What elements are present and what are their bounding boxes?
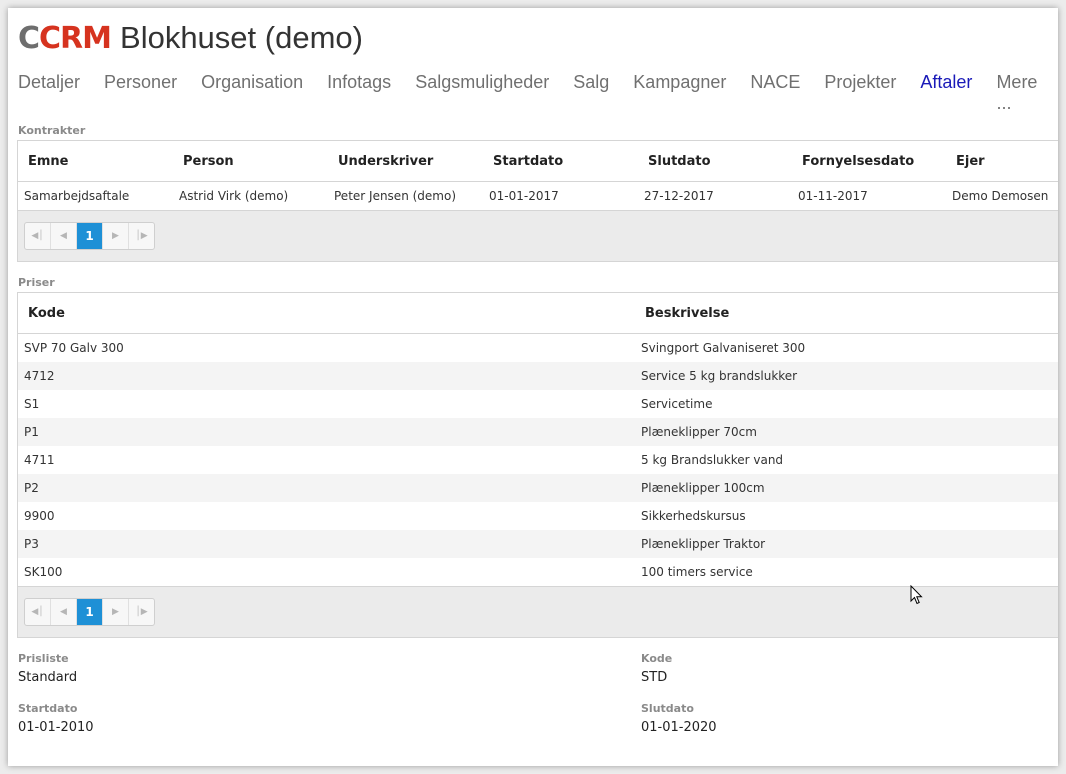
column-header-fornyelsesdato[interactable]: Fornyelsesdato (792, 141, 946, 182)
tab-bar: Detaljer Personer Organisation Infotags … (18, 72, 1058, 114)
tab-mere[interactable]: Mere ... (996, 72, 1037, 114)
slutdato-label: Slutdato (641, 702, 694, 715)
kode-field: Kode STD (641, 652, 672, 685)
tab-personer[interactable]: Personer (104, 72, 177, 114)
column-header-slutdato[interactable]: Slutdato (638, 141, 792, 182)
cell-beskrivelse: Plæneklipper 100cm (635, 474, 1058, 502)
tab-infotags[interactable]: Infotags (327, 72, 391, 114)
priser-label: Priser (18, 276, 55, 289)
cell-slutdato: 27-12-2017 (644, 189, 714, 203)
column-header-ejer[interactable]: Ejer (946, 141, 1058, 182)
kode-value: STD (641, 670, 668, 685)
priser-pager: ◀│ ◀ 1 ▶ │▶ (18, 586, 1058, 637)
column-header-kode[interactable]: Kode (18, 293, 635, 334)
table-row[interactable]: P1 Plæneklipper 70cm (18, 418, 1058, 446)
table-row[interactable]: S1 Servicetime (18, 390, 1058, 418)
tab-salg[interactable]: Salg (573, 72, 609, 114)
cell-kode: SVP 70 Galv 300 (24, 341, 124, 355)
table-row[interactable]: 4712 Service 5 kg brandslukker (18, 362, 1058, 390)
column-header-startdato[interactable]: Startdato (483, 141, 638, 182)
column-header-person[interactable]: Person (173, 141, 328, 182)
cell-kode: S1 (24, 397, 40, 411)
column-header-emne[interactable]: Emne (18, 141, 173, 182)
crm-window: CCRM Blokhuset (demo) Detaljer Personer … (8, 8, 1058, 766)
prev-page-icon[interactable]: ◀ (51, 599, 77, 625)
priser-grid: Kode Beskrivelse SVP 70 Galv 300 Svingpor… (17, 292, 1058, 638)
first-page-icon[interactable]: ◀│ (25, 223, 51, 249)
last-page-icon[interactable]: │▶ (129, 223, 154, 249)
table-row[interactable]: P3 Plæneklipper Traktor (18, 530, 1058, 558)
column-header-underskriver[interactable]: Underskriver (328, 141, 483, 182)
cell-beskrivelse: Service 5 kg brandslukker (635, 362, 1058, 390)
next-page-icon[interactable]: ▶ (103, 223, 129, 249)
cell-person: Astrid Virk (demo) (179, 189, 289, 203)
kontrakter-grid: Emne Person Underskriver Startdato Slutd… (17, 140, 1058, 262)
tab-detaljer[interactable]: Detaljer (18, 72, 80, 114)
kontrakter-label: Kontrakter (18, 124, 86, 137)
page-number-button[interactable]: 1 (77, 223, 103, 249)
priser-header-row: Kode Beskrivelse (18, 293, 1058, 334)
cell-beskrivelse: Svingport Galvaniseret 300 (641, 341, 806, 355)
tab-organisation[interactable]: Organisation (201, 72, 303, 114)
column-header-beskrivelse[interactable]: Beskrivelse (635, 293, 1058, 334)
cell-kode: SK100 (24, 565, 63, 579)
mouse-cursor-icon (910, 585, 923, 605)
cell-beskrivelse: Plæneklipper 70cm (635, 418, 1058, 446)
cell-kode: P2 (18, 474, 635, 502)
prev-page-icon[interactable]: ◀ (51, 223, 77, 249)
kontrakter-header-row: Emne Person Underskriver Startdato Slutd… (18, 141, 1058, 182)
page-title: Blokhuset (demo) (120, 20, 363, 55)
app-header: CCRM Blokhuset (demo) (18, 18, 363, 58)
table-row[interactable]: Samarbejdsaftale Astrid Virk (demo) Pete… (18, 182, 1058, 211)
kode-label: Kode (641, 652, 673, 665)
cell-underskriver: Peter Jensen (demo) (334, 189, 457, 203)
slutdato-field: Slutdato 01-01-2020 (641, 702, 717, 735)
cell-beskrivelse: 5 kg Brandslukker vand (641, 453, 784, 467)
slutdato-value: 01-01-2020 (641, 720, 717, 735)
startdato-field: Startdato 01-01-2010 (18, 702, 94, 735)
table-row[interactable]: SVP 70 Galv 300 Svingport Galvaniseret 30… (18, 334, 1058, 363)
tab-nace[interactable]: NACE (750, 72, 800, 114)
tab-kampagner[interactable]: Kampagner (633, 72, 726, 114)
cell-emne: Samarbejdsaftale (24, 189, 130, 203)
cell-beskrivelse: Plæneklipper Traktor (635, 530, 1058, 558)
table-row[interactable]: SK100 100 timers service (18, 558, 1058, 586)
cell-kode: P1 (18, 418, 635, 446)
cell-kode: 9900 (24, 509, 55, 523)
prisliste-field: Prisliste Standard (18, 652, 77, 685)
cell-kode: P3 (18, 530, 635, 558)
cell-ejer: Demo Demosen (952, 189, 1049, 203)
kontrakter-pager: ◀│ ◀ 1 ▶ │▶ (18, 210, 1058, 261)
prisliste-value: Standard (18, 670, 78, 685)
cell-fornyelsesdato: 01-11-2017 (798, 189, 868, 203)
cell-startdato: 01-01-2017 (489, 189, 559, 203)
tab-salgsmuligheder[interactable]: Salgsmuligheder (415, 72, 549, 114)
table-row[interactable]: P2 Plæneklipper 100cm (18, 474, 1058, 502)
page-number-button[interactable]: 1 (77, 599, 103, 625)
table-row[interactable]: 4711 5 kg Brandslukker vand (18, 446, 1058, 474)
prisliste-label: Prisliste (18, 652, 69, 665)
ccrm-logo: CCRM (18, 20, 112, 56)
startdato-label: Startdato (18, 702, 78, 715)
table-row[interactable]: 9900 Sikkerhedskursus (18, 502, 1058, 530)
cell-beskrivelse: Sikkerhedskursus (641, 509, 746, 523)
tab-aftaler[interactable]: Aftaler (920, 72, 972, 114)
tab-projekter[interactable]: Projekter (824, 72, 896, 114)
last-page-icon[interactable]: │▶ (129, 599, 154, 625)
cell-beskrivelse: 100 timers service (641, 565, 753, 579)
cell-kode: 4712 (18, 362, 635, 390)
cell-beskrivelse: Servicetime (641, 397, 713, 411)
first-page-icon[interactable]: ◀│ (25, 599, 51, 625)
startdato-value: 01-01-2010 (18, 720, 94, 735)
next-page-icon[interactable]: ▶ (103, 599, 129, 625)
cell-kode: 4711 (24, 453, 55, 467)
